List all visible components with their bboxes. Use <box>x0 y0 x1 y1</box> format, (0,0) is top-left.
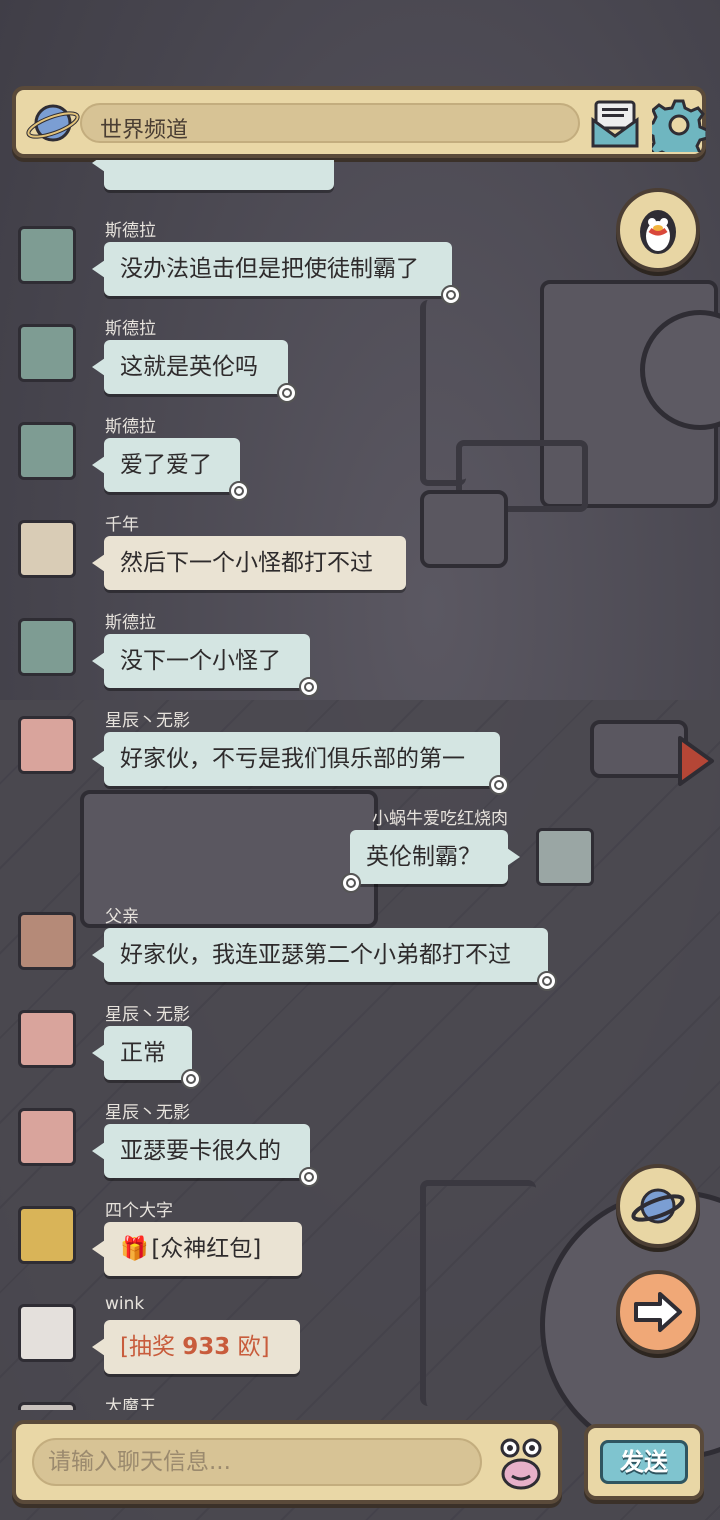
avatar[interactable] <box>18 226 76 284</box>
chat-input-bar <box>12 1420 562 1504</box>
message-bubble[interactable]: 亚瑟要卡很久的 <box>92 1124 319 1187</box>
world-channel-button[interactable] <box>616 1164 700 1248</box>
lottery-open: [抽奖 <box>120 1334 183 1360</box>
planet-icon <box>631 1188 685 1224</box>
lottery-amount: 933 <box>182 1334 231 1360</box>
snail-icon <box>299 1167 319 1187</box>
snail-icon <box>229 481 249 501</box>
message-text: 英伦制霸？ <box>366 844 481 870</box>
sender-name[interactable]: 父亲 <box>105 902 139 927</box>
message-text: 没下一个小怪了 <box>120 648 281 674</box>
message-text: 然后下一个小怪都打不过 <box>120 550 373 576</box>
message-text: 这就是英伦吗 <box>120 354 258 380</box>
snail-icon <box>341 873 361 893</box>
message-bubble[interactable]: 这就是英伦吗 <box>92 340 297 403</box>
penguin-icon <box>640 210 676 254</box>
qq-button[interactable] <box>616 188 700 272</box>
message-text: 亚瑟要卡很久的 <box>120 1138 281 1164</box>
avatar[interactable] <box>18 912 76 970</box>
message-bubble-cutoff <box>92 160 334 190</box>
message-text: 爱了爱了 <box>120 452 212 478</box>
sender-name[interactable]: 星辰丶无影 <box>105 1098 190 1123</box>
avatar[interactable] <box>18 1108 76 1166</box>
message-bubble[interactable]: 然后下一个小怪都打不过 <box>92 536 406 590</box>
sender-name[interactable]: 大魔王 <box>105 1392 156 1410</box>
snail-icon <box>277 383 297 403</box>
message-text: 没办法追击但是把使徒制霸了 <box>120 256 419 282</box>
message-bubble[interactable]: 爱了爱了 <box>92 438 249 501</box>
message-bubble[interactable]: 没办法追击但是把使徒制霸了 <box>92 242 461 305</box>
sender-name[interactable]: 星辰丶无影 <box>105 706 190 731</box>
sender-name[interactable]: 小蜗牛爱吃红烧肉 <box>372 804 508 829</box>
sender-name[interactable]: wink <box>105 1294 144 1314</box>
avatar[interactable] <box>18 520 76 578</box>
sender-name[interactable]: 斯德拉 <box>105 608 156 633</box>
avatar[interactable] <box>18 422 76 480</box>
message-bubble[interactable]: 英伦制霸？ <box>341 830 520 893</box>
planet-icon[interactable] <box>26 98 80 148</box>
snail-icon <box>181 1069 201 1089</box>
snail-emoji-icon[interactable] <box>496 1436 546 1492</box>
avatar[interactable] <box>18 324 76 382</box>
snail-icon <box>537 971 557 991</box>
message-bubble[interactable]: 正常 <box>92 1026 201 1089</box>
avatar[interactable] <box>18 1402 76 1410</box>
chat-input[interactable] <box>32 1438 482 1486</box>
channel-header: 世界频道 <box>12 86 706 158</box>
send-button[interactable]: 发送 <box>584 1424 704 1500</box>
snail-icon <box>299 677 319 697</box>
expand-arrow-icon[interactable] <box>676 734 716 788</box>
sender-name[interactable]: 千年 <box>105 510 139 535</box>
avatar[interactable] <box>18 1010 76 1068</box>
channel-title: 世界频道 <box>100 118 189 143</box>
sender-name[interactable]: 斯德拉 <box>105 412 156 437</box>
sender-name[interactable]: 斯德拉 <box>105 314 156 339</box>
mail-icon[interactable] <box>590 100 640 148</box>
channel-title-bar[interactable]: 世界频道 <box>80 103 580 143</box>
message-text: 好家伙，不亏是我们俱乐部的第一 <box>120 746 465 772</box>
snail-icon <box>489 775 509 795</box>
red-packet-bubble[interactable]: 🎁 [众神红包] <box>92 1222 302 1276</box>
lottery-bubble[interactable]: [抽奖 933 欧] <box>92 1320 300 1374</box>
send-label: 发送 <box>600 1440 688 1484</box>
avatar[interactable] <box>18 1304 76 1362</box>
snail-icon <box>441 285 461 305</box>
chat-list[interactable]: 斯德拉 没办法追击但是把使徒制霸了 斯德拉 这就是英伦吗 斯德拉 爱了爱了 千年… <box>0 160 720 1410</box>
avatar[interactable] <box>18 716 76 774</box>
gear-icon[interactable] <box>652 98 706 152</box>
exit-button[interactable] <box>616 1270 700 1354</box>
avatar[interactable] <box>18 618 76 676</box>
message-text: 好家伙，我连亚瑟第二个小弟都打不过 <box>120 942 511 968</box>
avatar[interactable] <box>18 1206 76 1264</box>
sender-name[interactable]: 四个大字 <box>105 1196 173 1221</box>
lottery-close: 欧] <box>230 1334 270 1360</box>
sender-name[interactable]: 斯德拉 <box>105 216 156 241</box>
message-bubble[interactable]: 好家伙，不亏是我们俱乐部的第一 <box>92 732 509 795</box>
avatar[interactable] <box>536 828 594 886</box>
arrow-right-icon <box>634 1292 682 1332</box>
message-text: 正常 <box>120 1040 166 1066</box>
message-text: [众神红包] <box>151 1236 262 1262</box>
sender-name[interactable]: 星辰丶无影 <box>105 1000 190 1025</box>
message-bubble[interactable]: 好家伙，我连亚瑟第二个小弟都打不过 <box>92 928 557 991</box>
message-bubble[interactable]: 没下一个小怪了 <box>92 634 319 697</box>
gift-icon: 🎁 <box>120 1236 149 1262</box>
